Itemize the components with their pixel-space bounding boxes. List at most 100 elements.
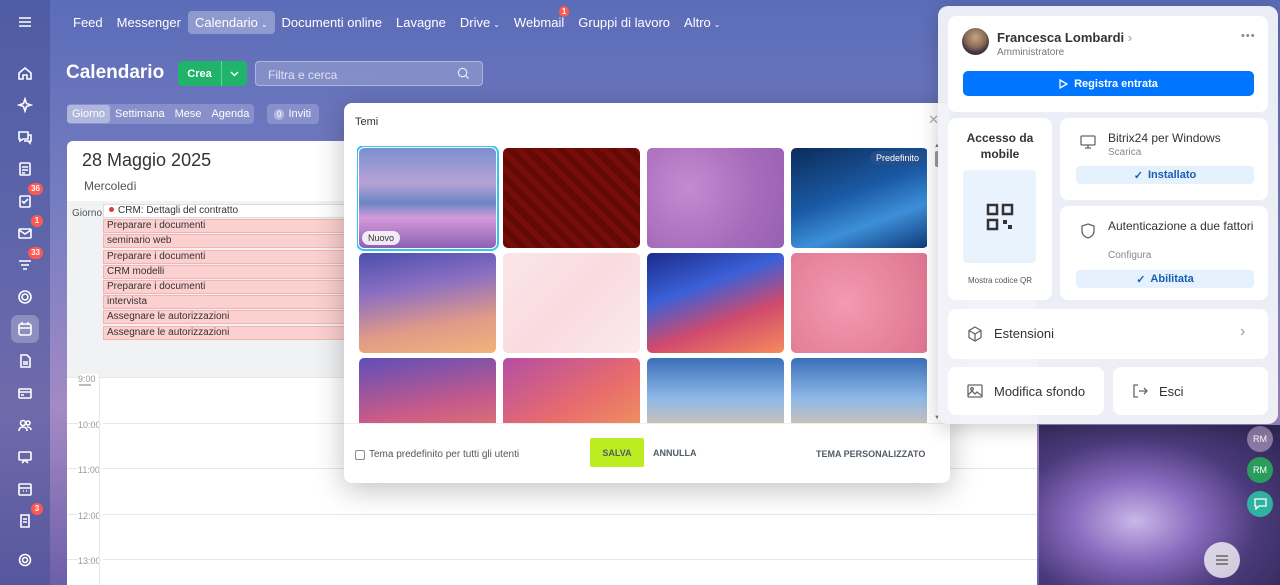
check-icon: ✓ <box>1133 169 1143 182</box>
logout-label: Esci <box>1159 384 1184 399</box>
nav-drive[interactable]: Drive ⌄ <box>453 11 507 34</box>
logout-button[interactable]: Esci <box>1113 367 1268 415</box>
qr-label[interactable]: Mostra codice QR <box>948 276 1052 285</box>
save-button[interactable]: SALVA <box>590 438 644 467</box>
hour-slot[interactable]: 13:00 <box>67 556 1037 585</box>
checkin-button[interactable]: Registra entrata <box>963 71 1254 96</box>
enabled-button[interactable]: ✓ Abilitata <box>1076 270 1254 288</box>
change-background-button[interactable]: Modifica sfondo <box>948 367 1104 415</box>
user-name-text: Francesca Lombardi <box>997 30 1125 45</box>
user-name[interactable]: Francesca Lombardi › <box>997 30 1132 45</box>
left-sidebar: 36 1 33 3 <box>0 0 50 585</box>
view-giorno[interactable]: Giorno <box>67 105 111 123</box>
nav-altro[interactable]: Altro ⌄ <box>677 11 727 34</box>
default-theme-checkbox[interactable]: Tema predefinito per tutti gli utenti <box>355 449 519 460</box>
page-title: Calendario <box>66 62 165 83</box>
theme-new-tag: Nuovo <box>362 231 401 245</box>
create-button[interactable]: Crea <box>178 61 247 86</box>
nav-gruppi-label: Gruppi di lavoro <box>578 14 671 30</box>
search-input[interactable]: Filtra e cerca <box>255 61 483 86</box>
custom-theme-button[interactable]: TEMA PERSONALIZZATO <box>816 449 925 459</box>
home-icon[interactable] <box>11 59 39 87</box>
windows-subtitle[interactable]: Scarica <box>1108 147 1141 158</box>
chat-bubble-icon[interactable] <box>1247 491 1273 517</box>
theme-tile-waves-blue-red[interactable] <box>647 253 784 353</box>
nav-feed[interactable]: Feed <box>66 11 110 34</box>
theme-tile-plaid[interactable] <box>503 148 640 248</box>
document-icon[interactable] <box>11 155 39 183</box>
invites-button[interactable]: 0 Inviti <box>267 104 319 124</box>
cancel-button[interactable]: ANNULLA <box>653 448 697 458</box>
theme-tile-flowers[interactable]: Nuovo <box>357 146 499 251</box>
event-item[interactable]: Preparare i documenti <box>103 249 353 264</box>
theme-tile-purple-pattern[interactable] <box>647 148 784 248</box>
event-title: intervista <box>107 296 148 308</box>
theme-tile-pink-hearts[interactable] <box>791 253 927 353</box>
view-switcher: Giorno Settimana Mese Agenda <box>67 104 255 124</box>
schedule-icon[interactable] <box>11 475 39 503</box>
feed-icon[interactable]: 33 <box>11 247 43 279</box>
event-title: Assegnare le autorizzazioni <box>107 311 230 323</box>
qr-code-icon[interactable] <box>963 170 1036 263</box>
card-icon[interactable] <box>11 379 39 407</box>
installed-button[interactable]: ✓ Installato <box>1076 166 1254 184</box>
hour-slot[interactable]: 12:00 <box>67 510 1037 560</box>
theme-tile-gradient-sunset[interactable] <box>359 358 496 423</box>
dialog-title: Temi <box>355 116 379 128</box>
more-icon[interactable]: ••• <box>1241 30 1256 42</box>
nav-lavagne[interactable]: Lavagne <box>389 11 453 34</box>
installed-label: Installato <box>1147 169 1197 181</box>
event-item[interactable]: Assegnare le autorizzazioni <box>103 310 353 325</box>
view-agenda[interactable]: Agenda <box>206 105 254 123</box>
list-icon[interactable] <box>1204 542 1240 578</box>
event-item[interactable]: Assegnare le autorizzazioni <box>103 325 353 340</box>
menu-icon[interactable] <box>11 8 39 36</box>
avatar[interactable] <box>962 28 989 55</box>
nav-messenger[interactable]: Messenger <box>110 11 188 34</box>
event-item[interactable]: Preparare i documenti <box>103 219 353 234</box>
settings-gear-icon[interactable] <box>11 546 39 574</box>
event-item[interactable]: Preparare i documenti <box>103 279 353 294</box>
search-icon[interactable] <box>457 67 470 80</box>
copilot-icon[interactable] <box>11 91 39 119</box>
shield-icon <box>1081 223 1095 239</box>
people-icon[interactable] <box>11 411 39 439</box>
theme-tile-gradient-orange[interactable] <box>503 358 640 423</box>
chevron-down-icon[interactable] <box>221 61 247 86</box>
event-item[interactable]: CRM modelli <box>103 264 353 279</box>
nav-webmail[interactable]: Webmail 1 <box>507 5 571 34</box>
theme-tile-rain-city-2[interactable] <box>791 358 927 423</box>
checkbox-icon[interactable] <box>355 449 365 460</box>
avatar[interactable]: RM <box>1247 457 1273 483</box>
board-icon[interactable] <box>11 443 39 471</box>
chat-icon[interactable] <box>11 123 39 151</box>
theme-default-tag: Predefinito <box>869 151 925 165</box>
nav-documenti[interactable]: Documenti online <box>275 11 389 34</box>
theme-tile-blue-default[interactable]: Predefinito <box>791 148 927 248</box>
calendar-icon[interactable] <box>11 315 39 343</box>
allday-label: Giorno <box>72 208 103 219</box>
top-navigation: Feed Messenger Calendario ⌄ Documenti onl… <box>66 5 727 34</box>
mobile-access-card[interactable]: Accesso da mobile Mostra codice QR <box>948 118 1052 300</box>
themes-dialog: Temi ✕ Nuovo Predefinito ▲ ▼ Tema predef… <box>344 103 950 483</box>
event-item[interactable]: intervista <box>103 295 353 310</box>
view-mese[interactable]: Mese <box>170 105 207 123</box>
theme-tile-waves-orange[interactable] <box>359 253 496 353</box>
file-icon[interactable] <box>11 347 39 375</box>
tasks-icon[interactable]: 36 <box>11 183 43 215</box>
theme-tile-pink-light[interactable] <box>503 253 640 353</box>
target-icon[interactable] <box>11 283 39 311</box>
extensions-card[interactable]: Estensioni › <box>948 309 1268 359</box>
event-item[interactable]: CRM: Dettagli del contratto <box>103 204 353 218</box>
nav-calendario[interactable]: Calendario ⌄ <box>187 10 275 34</box>
event-item[interactable]: seminario web <box>103 234 353 249</box>
nav-gruppi[interactable]: Gruppi di lavoro <box>571 11 677 34</box>
windows-app-card[interactable]: Bitrix24 per Windows Scarica ✓ Installato <box>1060 118 1268 200</box>
theme-tile-rain-city[interactable] <box>647 358 784 423</box>
twofa-card[interactable]: Autenticazione a due fattori Configura ✓… <box>1060 206 1268 300</box>
twofa-subtitle[interactable]: Configura <box>1108 250 1151 261</box>
approvals-icon[interactable]: 3 <box>11 503 43 535</box>
view-settimana[interactable]: Settimana <box>110 105 170 123</box>
mail-icon[interactable]: 1 <box>11 215 43 247</box>
avatar[interactable]: RM <box>1247 426 1273 452</box>
